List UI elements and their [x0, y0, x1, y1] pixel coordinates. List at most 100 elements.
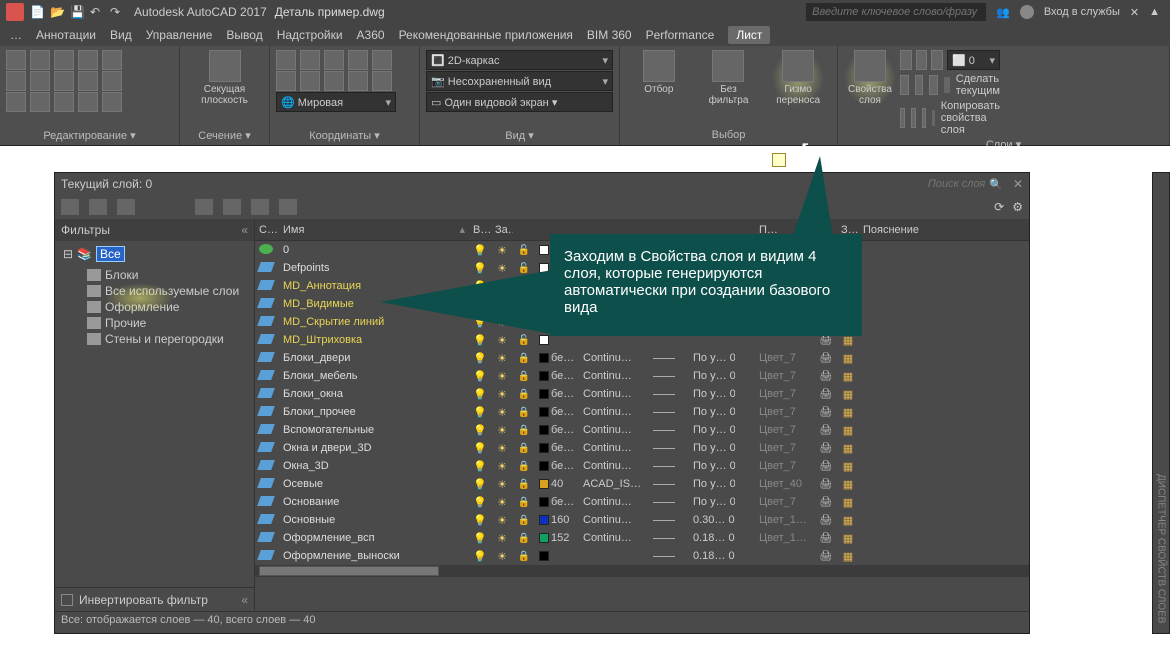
ucs-tool-icon[interactable] [324, 50, 344, 70]
edit-tool-icon[interactable] [54, 71, 74, 91]
panel-view-title[interactable]: Вид ▾ [426, 127, 613, 145]
plotstyle-value[interactable]: Цвет_7 [755, 352, 815, 364]
lock-icon[interactable] [518, 370, 530, 382]
panel-edit-title[interactable]: Редактирование ▾ [6, 127, 173, 145]
color-swatch[interactable] [539, 443, 549, 453]
infocenter-icon[interactable]: 👥 [996, 6, 1010, 19]
transparency-value[interactable]: 0.30… 0 [689, 514, 735, 526]
linetype-value[interactable]: ACAD_IS… [579, 478, 649, 490]
tab-featured[interactable]: Рекомендованные приложения [399, 28, 573, 42]
layer-row[interactable]: Оформление_всп152Continu…0.18… 0Цвет_1… [255, 529, 1029, 547]
new-layer-vpfrozen-icon[interactable] [89, 199, 107, 215]
bulb-icon[interactable] [473, 335, 487, 347]
app-logo[interactable] [6, 3, 24, 21]
new-layer-icon[interactable] [61, 199, 79, 215]
color-swatch[interactable] [539, 551, 549, 561]
ucs-tool-icon[interactable] [348, 50, 368, 70]
edit-tool-icon[interactable] [6, 92, 26, 112]
plotstyle-value[interactable]: Цвет_7 [755, 388, 815, 400]
bulb-icon[interactable] [473, 479, 487, 491]
col-freeze[interactable]: За… [491, 224, 513, 236]
filter-item[interactable]: Стены и перегородки [85, 331, 254, 347]
collapse-filters-icon[interactable]: « [241, 223, 248, 237]
sun-icon[interactable] [497, 407, 507, 419]
newvp-icon[interactable] [843, 371, 853, 383]
plotstyle-value[interactable]: Цвет_1… [755, 532, 815, 544]
viewport-config-combo[interactable]: ▭ Один видовой экран ▾ [426, 92, 613, 112]
color-swatch[interactable] [539, 425, 549, 435]
color-swatch[interactable] [539, 353, 549, 363]
layer-states-icon[interactable] [279, 199, 297, 215]
layer-row[interactable]: Основные160Continu…0.30… 0Цвет_1… [255, 511, 1029, 529]
linetype-value[interactable]: Continu… [579, 496, 649, 508]
newvp-icon[interactable] [843, 533, 853, 545]
color-swatch[interactable] [539, 479, 549, 489]
linetype-value[interactable]: Continu… [579, 532, 649, 544]
ucs-tool-icon[interactable] [372, 50, 392, 70]
panel-section-title[interactable]: Сечение ▾ [186, 127, 263, 145]
tab-addins[interactable]: Надстройки [277, 28, 343, 42]
linetype-value[interactable]: Continu… [579, 514, 649, 526]
layer-tool-icon[interactable] [900, 75, 909, 95]
help-search-input[interactable] [806, 3, 986, 21]
plot-icon[interactable] [820, 496, 833, 508]
visual-style-combo[interactable]: 🔳 2D-каркас [426, 50, 613, 70]
plot-icon[interactable] [820, 388, 833, 400]
section-plane-button[interactable]: Секущая плоскость [199, 50, 251, 106]
edit-tool-icon[interactable] [54, 92, 74, 112]
layer-search-input[interactable] [865, 178, 985, 190]
layer-name[interactable]: MD_Штриховка [283, 334, 362, 346]
bulb-icon[interactable] [473, 515, 487, 527]
tab-a360[interactable]: A360 [357, 28, 385, 42]
color-swatch[interactable] [539, 389, 549, 399]
lock-icon[interactable] [518, 442, 530, 454]
sun-icon[interactable] [497, 371, 507, 383]
refresh-icon[interactable] [994, 200, 1004, 214]
newvp-icon[interactable] [843, 479, 853, 491]
layer-row[interactable]: Основаниебе…Continu…По у… 0Цвет_7 [255, 493, 1029, 511]
layer-name[interactable]: Defpoints [283, 262, 329, 274]
panel-coords-title[interactable]: Координаты ▾ [276, 127, 413, 145]
plotstyle-value[interactable]: Цвет_7 [755, 406, 815, 418]
layer-tool-icon[interactable] [900, 50, 912, 70]
color-swatch[interactable] [539, 515, 549, 525]
sun-icon[interactable] [497, 425, 507, 437]
newvp-icon[interactable] [843, 407, 853, 419]
tab-output[interactable]: Вывод [226, 28, 262, 42]
plot-icon[interactable] [820, 550, 833, 562]
exchange-icon[interactable]: ✕ [1130, 6, 1139, 19]
sun-icon[interactable] [497, 335, 507, 347]
transparency-value[interactable]: По у… 0 [689, 352, 735, 364]
qat-open-icon[interactable]: 📂 [50, 5, 64, 19]
bulb-icon[interactable] [473, 443, 487, 455]
edit-tool-icon[interactable] [30, 92, 50, 112]
transparency-value[interactable]: По у… 0 [689, 406, 735, 418]
linetype-value[interactable]: Continu… [579, 442, 649, 454]
viewport-grip[interactable] [772, 153, 786, 167]
edit-tool-icon[interactable] [6, 50, 26, 70]
layer-row[interactable]: Вспомогательныебе…Continu…По у… 0Цвет_7 [255, 421, 1029, 439]
match-layer-label[interactable]: Копировать свойства слоя [941, 100, 1000, 136]
linetype-value[interactable]: Continu… [579, 460, 649, 472]
layer-tool-icon[interactable] [900, 108, 905, 128]
bulb-icon[interactable] [473, 245, 487, 257]
transparency-value[interactable]: 0.18… 0 [689, 532, 735, 544]
lock-icon[interactable] [518, 244, 530, 256]
newvp-icon[interactable] [843, 461, 853, 473]
bulb-icon[interactable] [473, 371, 487, 383]
layer-name[interactable]: Оформление_всп [283, 532, 375, 544]
filter-item[interactable]: Оформление [85, 299, 254, 315]
edit-tool-icon[interactable] [54, 50, 74, 70]
lineweight-value[interactable] [649, 424, 689, 436]
plot-icon[interactable] [820, 514, 833, 526]
color-swatch[interactable] [539, 461, 549, 471]
lineweight-value[interactable] [649, 406, 689, 418]
lock-icon[interactable] [518, 388, 530, 400]
move-gizmo-button[interactable]: Гизмо переноса [772, 50, 824, 106]
newvp-icon[interactable] [843, 551, 853, 563]
make-current-label[interactable]: Сделать текущим [956, 73, 1000, 97]
new-property-filter-icon[interactable] [223, 199, 241, 215]
bulb-icon[interactable] [473, 533, 487, 545]
lock-icon[interactable] [518, 514, 530, 526]
layer-row[interactable]: Окна_3Dбе…Continu…По у… 0Цвет_7 [255, 457, 1029, 475]
